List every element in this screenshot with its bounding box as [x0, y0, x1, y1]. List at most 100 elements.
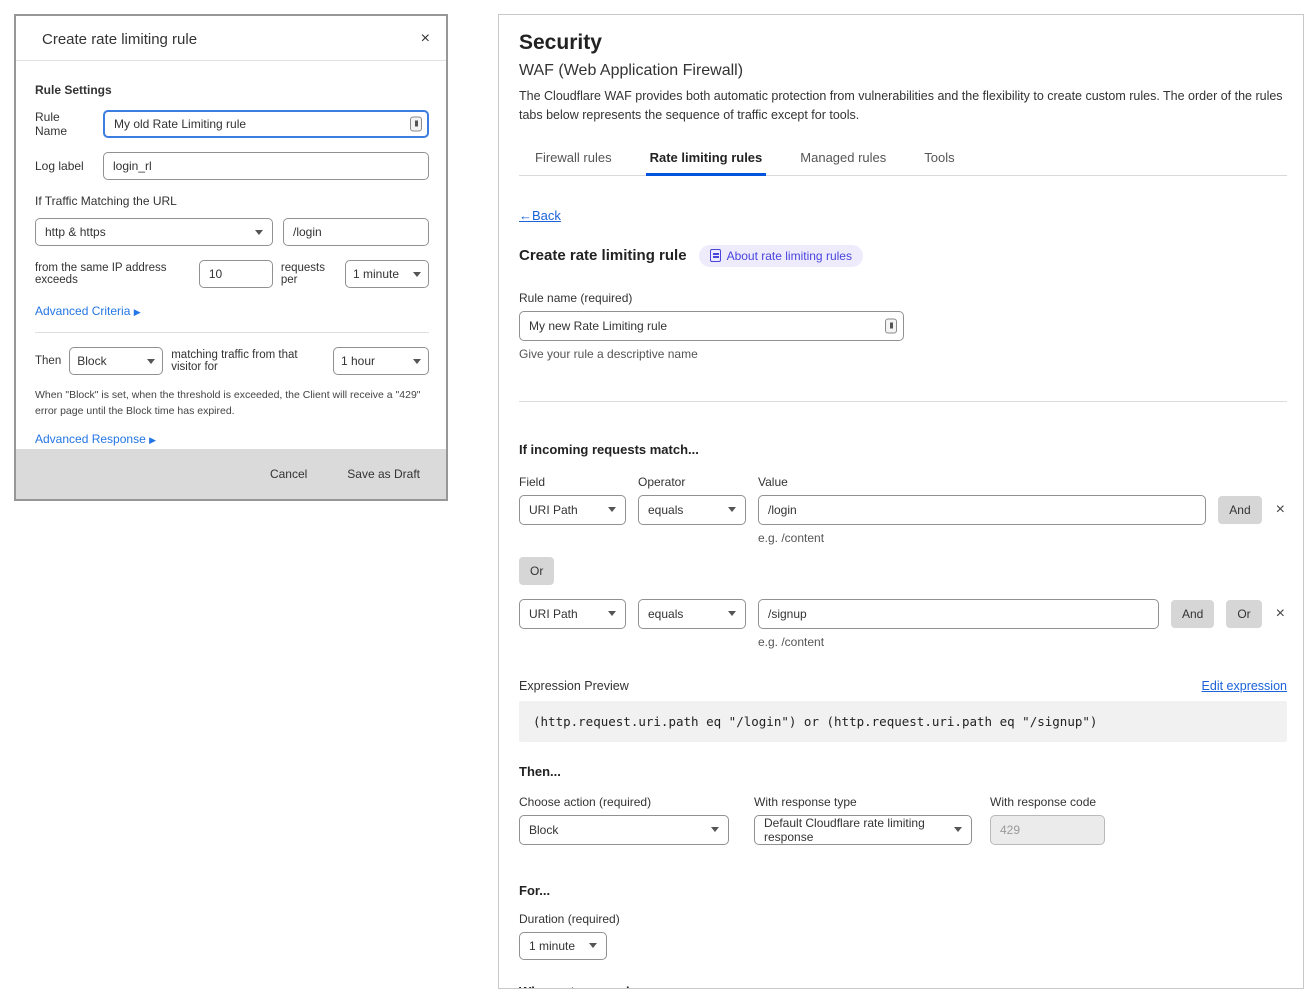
then-row: Then Block matching traffic from that vi… — [35, 347, 429, 375]
divider — [519, 401, 1287, 402]
expression-header: Expression Preview Edit expression — [519, 679, 1287, 693]
response-type-select[interactable]: Default Cloudflare rate limiting respons… — [754, 815, 972, 845]
remove-condition-icon[interactable]: × — [1274, 606, 1287, 622]
tab-managed-rules[interactable]: Managed rules — [798, 146, 888, 175]
operator-select[interactable]: equals — [638, 495, 746, 525]
cancel-button[interactable]: Cancel — [270, 467, 307, 481]
then-heading: Then... — [519, 764, 1287, 779]
save-as-draft-button[interactable]: Save as Draft — [347, 467, 420, 481]
arrow-right-icon: ▶ — [149, 435, 156, 445]
rule-name-input-wrap — [519, 311, 904, 341]
or-button[interactable]: Or — [1226, 600, 1261, 628]
caret-down-icon — [589, 943, 597, 948]
response-code-label: With response code — [990, 795, 1096, 809]
for-heading: For... — [519, 883, 1287, 898]
about-rate-limiting-badge[interactable]: About rate limiting rules — [699, 245, 863, 267]
modal-footer: Cancel Save as Draft — [16, 449, 446, 499]
then-middle: matching traffic from that visitor for — [171, 349, 325, 373]
action-select-value: Block — [77, 354, 106, 368]
response-type-label: With response type — [754, 795, 990, 809]
or-connector: Or — [519, 557, 1287, 585]
close-icon[interactable]: × — [421, 31, 430, 47]
threshold-row: from the same IP address exceeds request… — [35, 260, 429, 288]
duration-label: Duration (required) — [519, 912, 1287, 926]
choose-action-select[interactable]: Block — [519, 815, 729, 845]
tab-firewall-rules[interactable]: Firewall rules — [533, 146, 614, 175]
field-select-value: URI Path — [529, 607, 578, 621]
and-button[interactable]: And — [1218, 496, 1261, 524]
about-badge-label: About rate limiting rules — [727, 249, 852, 263]
page-description: The Cloudflare WAF provides both automat… — [519, 87, 1291, 126]
url-match-row: http & https — [35, 218, 429, 246]
document-icon — [710, 249, 721, 262]
log-label-input[interactable] — [103, 152, 429, 180]
value-input[interactable] — [758, 599, 1159, 629]
advanced-response-link[interactable]: Advanced Response ▶ — [35, 432, 156, 446]
operator-select-value: equals — [648, 607, 683, 621]
page-title: Security — [519, 31, 1287, 55]
requests-input[interactable] — [199, 260, 273, 288]
value-input[interactable] — [758, 495, 1206, 525]
value-hint: e.g. /content — [758, 531, 1287, 545]
log-label-row: Log label — [35, 152, 429, 180]
action-select[interactable]: Block — [69, 347, 163, 375]
caret-down-icon — [954, 827, 962, 832]
response-code-input — [990, 815, 1105, 845]
value-column-label: Value — [758, 475, 788, 489]
expression-code: (http.request.uri.path eq "/login") or (… — [519, 701, 1287, 742]
security-waf-panel: Security WAF (Web Application Firewall) … — [498, 14, 1304, 989]
threshold-prefix: from the same IP address exceeds — [35, 262, 191, 286]
operator-select-value: equals — [648, 503, 683, 517]
duration-select[interactable]: 1 minute — [519, 932, 607, 960]
remove-condition-icon[interactable]: × — [1274, 502, 1287, 518]
block-duration-select[interactable]: 1 hour — [333, 347, 429, 375]
value-hint: e.g. /content — [758, 635, 1287, 649]
rule-name-input[interactable] — [519, 311, 904, 341]
or-button[interactable]: Or — [519, 557, 554, 585]
field-select-value: URI Path — [529, 503, 578, 517]
url-input[interactable] — [283, 218, 429, 246]
scheme-select[interactable]: http & https — [35, 218, 273, 246]
block-note: When "Block" is set, when the threshold … — [35, 387, 429, 420]
then-label: Then — [35, 355, 61, 367]
condition-row: URI Path equals And × — [519, 495, 1287, 525]
and-button[interactable]: And — [1171, 600, 1214, 628]
caret-down-icon — [147, 359, 155, 364]
caret-down-icon — [255, 230, 263, 235]
advanced-criteria-label: Advanced Criteria — [35, 304, 134, 318]
operator-column-label: Operator — [638, 475, 746, 489]
divider — [35, 332, 429, 333]
caret-down-icon — [413, 359, 421, 364]
form-heading: Create rate limiting rule — [519, 247, 687, 264]
rule-name-input[interactable] — [103, 110, 429, 138]
rule-name-label: Rule Name — [35, 110, 93, 138]
advanced-response-label: Advanced Response — [35, 432, 149, 446]
duration-row: 1 minute — [519, 932, 1287, 960]
screen: Create rate limiting rule × Rule Setting… — [0, 0, 1316, 1003]
advanced-criteria-link[interactable]: Advanced Criteria ▶ — [35, 304, 141, 318]
rule-name-row: Rule Name — [35, 110, 429, 138]
choose-action-value: Block — [529, 823, 558, 837]
traffic-matching-heading: If Traffic Matching the URL — [35, 194, 429, 208]
rule-name-input-wrap — [103, 110, 429, 138]
field-select[interactable]: URI Path — [519, 495, 626, 525]
form-heading-row: Create rate limiting rule About rate lim… — [519, 245, 1287, 267]
then-labels: Choose action (required) With response t… — [519, 795, 1287, 809]
password-manager-icon[interactable] — [410, 117, 422, 132]
rule-name-help: Give your rule a descriptive name — [519, 347, 1287, 361]
tab-bar: Firewall rules Rate limiting rules Manag… — [519, 146, 1287, 176]
rule-name-label: Rule name (required) — [519, 291, 1287, 305]
period-select[interactable]: 1 minute — [345, 260, 429, 288]
page-subtitle: WAF (Web Application Firewall) — [519, 62, 1287, 80]
rule-settings-heading: Rule Settings — [35, 83, 429, 97]
caret-down-icon — [728, 507, 736, 512]
operator-select[interactable]: equals — [638, 599, 746, 629]
choose-action-label: Choose action (required) — [519, 795, 754, 809]
field-select[interactable]: URI Path — [519, 599, 626, 629]
back-link[interactable]: ←Back — [519, 208, 561, 223]
edit-expression-link[interactable]: Edit expression — [1202, 679, 1287, 693]
modal-header: Create rate limiting rule × — [16, 16, 446, 61]
password-manager-icon[interactable] — [885, 318, 897, 333]
tab-rate-limiting-rules[interactable]: Rate limiting rules — [648, 146, 765, 175]
tab-tools[interactable]: Tools — [922, 146, 956, 175]
